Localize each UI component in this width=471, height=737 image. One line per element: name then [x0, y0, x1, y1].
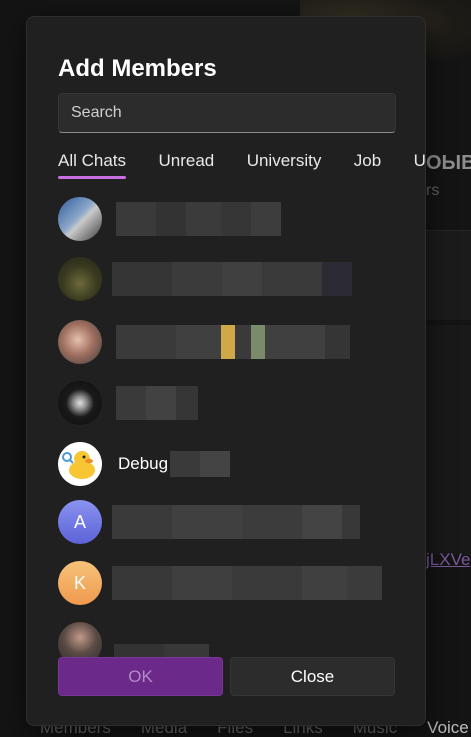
tab-unread[interactable]: Unread	[158, 151, 214, 171]
background-panel	[425, 325, 471, 555]
background-tab: Voice	[427, 718, 469, 737]
redacted-name	[170, 451, 231, 477]
avatar	[58, 197, 102, 241]
list-item[interactable]: Debug	[58, 441, 398, 487]
avatar-initial: A	[73, 511, 86, 532]
list-item[interactable]	[58, 319, 398, 365]
tab-university[interactable]: University	[247, 151, 322, 171]
avatar	[58, 257, 102, 301]
redacted-name	[116, 386, 198, 420]
search-input[interactable]	[58, 93, 396, 133]
background-subtitle: rs	[426, 182, 440, 199]
tab-unread-2[interactable]: Unread	[414, 151, 425, 171]
avatar: A	[58, 500, 102, 544]
tab-job[interactable]: Job	[354, 151, 381, 171]
add-members-dialog: Add Members All Chats Unread University …	[26, 16, 426, 726]
avatar	[58, 381, 102, 425]
list-item[interactable]: K	[58, 560, 398, 606]
background-title: ОЫВ	[426, 152, 471, 174]
ok-button[interactable]: OK	[58, 657, 223, 696]
list-item[interactable]: A	[58, 499, 398, 545]
list-item[interactable]	[58, 256, 398, 302]
close-button[interactable]: Close	[230, 657, 395, 696]
redacted-name	[116, 202, 281, 236]
duck-icon	[58, 442, 102, 486]
list-item[interactable]	[58, 196, 398, 242]
background-panel	[425, 230, 471, 320]
avatar	[58, 442, 102, 486]
tab-all-chats[interactable]: All Chats	[58, 151, 127, 179]
background-link: jLXVe	[426, 550, 471, 569]
redacted-name	[116, 325, 350, 359]
dialog-title: Add Members	[58, 55, 217, 82]
redacted-name	[112, 566, 382, 600]
redacted-name	[114, 644, 209, 658]
redacted-name	[112, 262, 352, 296]
avatar-initial: K	[73, 572, 86, 593]
avatar: K	[58, 561, 102, 605]
folder-tabs: All Chats Unread University Job Unread	[58, 151, 425, 181]
list-item[interactable]	[58, 380, 398, 426]
avatar	[58, 320, 102, 364]
member-name: Debug	[118, 454, 169, 473]
redacted-name	[112, 505, 360, 539]
